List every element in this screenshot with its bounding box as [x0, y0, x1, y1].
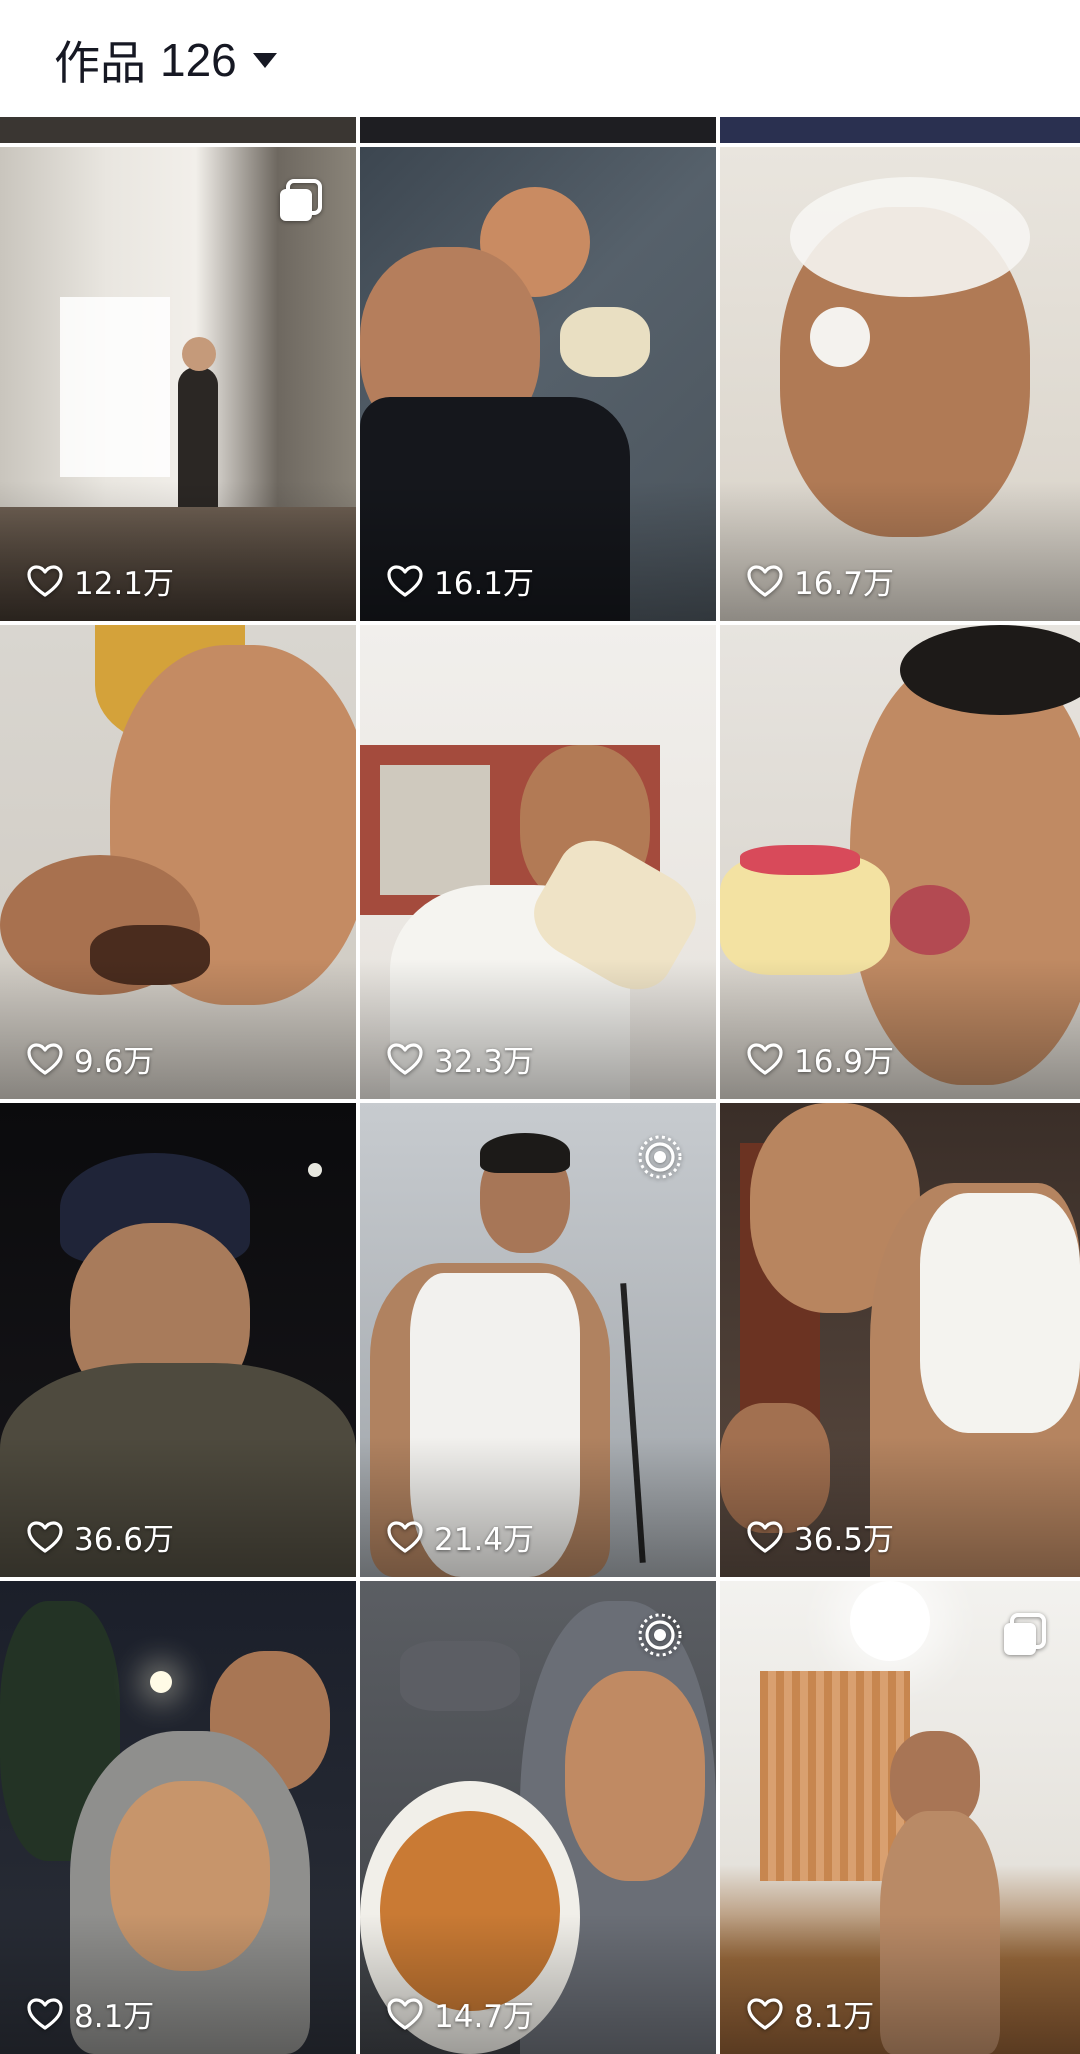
- like-count-text: 36.6万: [74, 1522, 175, 1558]
- video-tile[interactable]: 16.1万: [360, 147, 716, 621]
- video-tile[interactable]: 14.7万: [360, 1581, 716, 2054]
- heart-icon: [27, 1520, 63, 1553]
- like-count: 14.7万: [386, 1991, 534, 2036]
- caret-down-icon: [252, 52, 277, 68]
- like-count: 21.4万: [386, 1514, 534, 1559]
- heart-icon: [387, 1520, 423, 1553]
- like-count: 32.3万: [386, 1036, 534, 1081]
- video-tile[interactable]: 16.7万: [720, 147, 1080, 621]
- multi-image-icon: [1004, 1613, 1046, 1655]
- like-count: 9.6万: [26, 1036, 154, 1081]
- like-count-text: 9.6万: [74, 1044, 155, 1080]
- live-photo-icon: [638, 1135, 682, 1179]
- like-count-text: 16.9万: [794, 1044, 895, 1080]
- like-count: 36.5万: [746, 1514, 894, 1559]
- heart-icon: [747, 1042, 783, 1075]
- like-count-text: 21.4万: [434, 1522, 535, 1558]
- like-count-text: 16.1万: [434, 566, 535, 602]
- video-tile-partial[interactable]: [0, 117, 356, 143]
- video-grid: 12.1万 16.1万 16.7万 9.6万 32.3万 16.9万 36.6万…: [0, 117, 1080, 2054]
- works-tab-dropdown[interactable]: 作品 126: [54, 28, 277, 92]
- heart-icon: [27, 564, 63, 597]
- video-tile[interactable]: 36.6万: [0, 1103, 356, 1577]
- video-tile[interactable]: 32.3万: [360, 625, 716, 1099]
- heart-icon: [387, 1042, 423, 1075]
- like-count-text: 12.1万: [74, 566, 175, 602]
- video-tile[interactable]: 9.6万: [0, 625, 356, 1099]
- video-tile-partial[interactable]: [360, 117, 716, 143]
- like-count-text: 8.1万: [794, 1999, 875, 2035]
- like-count: 16.9万: [746, 1036, 894, 1081]
- works-count: 126: [160, 34, 237, 86]
- like-count-text: 36.5万: [794, 1522, 895, 1558]
- heart-icon: [747, 1997, 783, 2030]
- multi-image-icon: [280, 179, 322, 221]
- works-tab-label: 作品: [54, 36, 146, 90]
- video-tile-partial[interactable]: [720, 117, 1080, 143]
- live-photo-icon: [638, 1613, 682, 1657]
- video-tile[interactable]: 12.1万: [0, 147, 356, 621]
- like-count: 8.1万: [746, 1991, 874, 2036]
- heart-icon: [747, 564, 783, 597]
- like-count: 16.1万: [386, 558, 534, 603]
- video-tile[interactable]: 8.1万: [0, 1581, 356, 2054]
- like-count: 8.1万: [26, 1991, 154, 2036]
- video-tile[interactable]: 36.5万: [720, 1103, 1080, 1577]
- like-count: 16.7万: [746, 558, 894, 603]
- like-count: 36.6万: [26, 1514, 174, 1559]
- like-count: 12.1万: [26, 558, 174, 603]
- heart-icon: [387, 1997, 423, 2030]
- like-count-text: 32.3万: [434, 1044, 535, 1080]
- heart-icon: [27, 1042, 63, 1075]
- heart-icon: [27, 1997, 63, 2030]
- like-count-text: 8.1万: [74, 1999, 155, 2035]
- video-tile[interactable]: 16.9万: [720, 625, 1080, 1099]
- profile-tab-header: 作品 126: [0, 0, 1080, 117]
- heart-icon: [747, 1520, 783, 1553]
- video-tile[interactable]: 8.1万: [720, 1581, 1080, 2054]
- video-tile[interactable]: 21.4万: [360, 1103, 716, 1577]
- like-count-text: 16.7万: [794, 566, 895, 602]
- heart-icon: [387, 564, 423, 597]
- like-count-text: 14.7万: [434, 1999, 535, 2035]
